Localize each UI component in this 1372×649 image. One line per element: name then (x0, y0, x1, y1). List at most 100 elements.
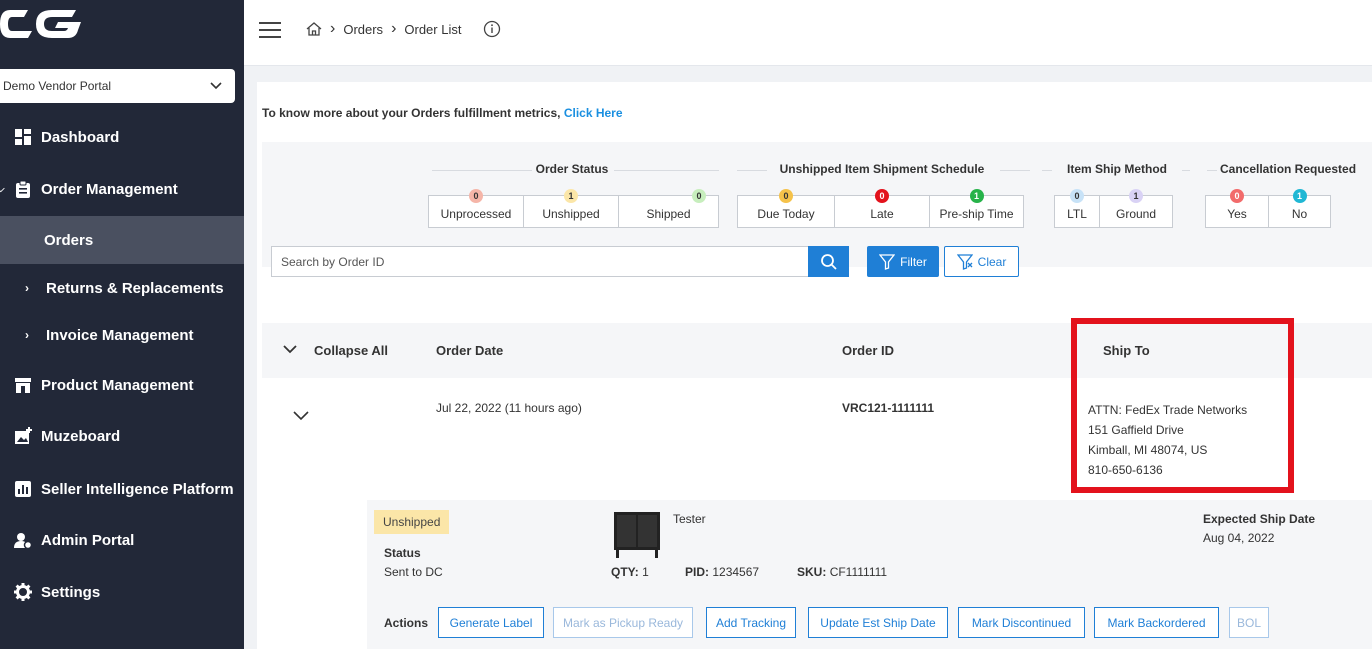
segment-label: Unshipped (542, 207, 600, 221)
sidebar: Demo Vendor Portal Dashboard ⌵ Order Man… (0, 0, 244, 649)
home-icon[interactable] (306, 21, 322, 37)
count-badge: 1 (1292, 189, 1307, 203)
search-icon (820, 253, 837, 270)
segment-label: No (1291, 207, 1308, 221)
count-badge: 1 (564, 189, 578, 203)
sidebar-item-label: Order Management (41, 180, 178, 198)
divider (1182, 170, 1190, 171)
generate-label-button[interactable]: Generate Label (438, 607, 544, 638)
order-detail: Unshipped Status Sent to DC Tester QTY: … (367, 500, 1372, 649)
sidebar-item-orders[interactable]: Orders (0, 216, 244, 264)
sidebar-item-label: Invoice Management (46, 326, 194, 344)
metrics-click-here-link[interactable]: Click Here (564, 106, 623, 120)
segment-label: Shipped (646, 207, 691, 221)
sidebar-item-order-management[interactable]: ⌵ Order Management (0, 165, 244, 213)
sidebar-item-settings[interactable]: › Settings (0, 568, 244, 616)
shipment-schedule-segment: 0 Due Today 0 Late 1 Pre-ship Time (737, 189, 1024, 228)
qty-label: QTY: (611, 565, 639, 579)
mark-discontinued-button[interactable]: Mark Discontinued (958, 607, 1085, 638)
sidebar-item-product-management[interactable]: › Product Management (0, 361, 244, 409)
image-add-icon (15, 427, 32, 444)
column-header-order-date: Order Date (436, 343, 504, 358)
clear-button[interactable]: Clear (944, 246, 1019, 277)
sidebar-item-seller-intelligence[interactable]: › Seller Intelligence Platform (0, 465, 244, 513)
group-title-cancellation: Cancellation Requested (1220, 162, 1370, 176)
add-tracking-button[interactable]: Add Tracking (706, 607, 796, 638)
filter-button[interactable]: Filter (867, 246, 939, 277)
divider (614, 170, 719, 171)
group-title-order-status: Order Status (532, 162, 612, 176)
filter-shipped[interactable]: 0 Shipped (619, 189, 718, 227)
chevron-down-icon[interactable] (282, 342, 298, 356)
sidebar-item-label: Returns & Replacements (46, 279, 224, 297)
ship-method-segment: 0 LTL 1 Ground (1054, 189, 1173, 228)
bol-button[interactable]: BOL (1229, 607, 1269, 638)
filter-cancel-no[interactable]: 1 No (1269, 189, 1330, 227)
mark-pickup-ready-button[interactable]: Mark as Pickup Ready (553, 607, 693, 638)
filter-clear-icon (956, 253, 973, 270)
filter-ltl[interactable]: 0 LTL (1055, 189, 1100, 227)
gear-icon (14, 583, 32, 601)
sidebar-item-label: Product Management (41, 376, 194, 394)
count-badge: 0 (875, 189, 889, 203)
group-title-ship-method: Item Ship Method (1052, 162, 1182, 176)
segment-label: Late (870, 207, 894, 221)
divider (1207, 170, 1217, 171)
search-placeholder: Search by Order ID (281, 254, 385, 269)
highlight-box (1071, 318, 1294, 493)
vendor-select-value: Demo Vendor Portal (3, 79, 112, 93)
sidebar-item-label: Seller Intelligence Platform (41, 480, 234, 498)
filter-pre-ship-time[interactable]: 1 Pre-ship Time (930, 189, 1023, 227)
product-qty: QTY: 1 (611, 565, 649, 579)
order-id[interactable]: VRC121-1111111 (842, 401, 934, 415)
update-est-ship-date-button[interactable]: Update Est Ship Date (808, 607, 948, 638)
search-input[interactable]: Search by Order ID (271, 246, 809, 277)
expected-ship-date-value: Aug 04, 2022 (1203, 531, 1275, 545)
chevron-down-icon (210, 82, 222, 90)
cancellation-segment: 0 Yes 1 No (1205, 189, 1331, 228)
sidebar-item-admin-portal[interactable]: › Admin Portal (0, 516, 244, 564)
sidebar-item-muzeboard[interactable]: › Muzeboard (0, 412, 244, 460)
count-badge: 0 (469, 189, 483, 203)
sidebar-item-returns-replacements[interactable]: › Returns & Replacements (0, 264, 244, 312)
sku-label: SKU: (797, 565, 827, 579)
status-value: Sent to DC (384, 565, 443, 579)
filter-due-today[interactable]: 0 Due Today (738, 189, 835, 227)
hamburger-menu-icon[interactable] (259, 22, 281, 38)
pid-label: PID: (685, 565, 709, 579)
filter-unshipped[interactable]: 1 Unshipped (524, 189, 619, 227)
sku-value: CF1111111 (829, 565, 888, 579)
product-name: Tester (673, 512, 706, 526)
filter-ground[interactable]: 1 Ground (1100, 189, 1172, 227)
cg-logo-icon (0, 10, 81, 38)
divider (737, 170, 767, 171)
sidebar-item-invoice-management[interactable]: › Invoice Management (0, 311, 244, 359)
divider (1000, 170, 1030, 171)
segment-label: Unprocessed (440, 207, 512, 221)
breadcrumb-orders[interactable]: Orders (343, 22, 383, 37)
product-thumbnail[interactable] (611, 508, 663, 560)
search-button[interactable] (808, 246, 849, 277)
breadcrumb-order-list: Order List (404, 21, 462, 37)
info-icon[interactable] (483, 20, 501, 38)
user-gear-icon (14, 533, 32, 549)
expected-ship-date-label: Expected Ship Date (1203, 512, 1316, 526)
vendor-select[interactable]: Demo Vendor Portal (0, 69, 235, 103)
collapse-all-button[interactable]: Collapse All (314, 343, 388, 358)
segment-label: Yes (1227, 207, 1247, 221)
sidebar-item-label: Orders (44, 231, 94, 249)
sidebar-item-dashboard[interactable]: Dashboard (0, 113, 244, 161)
segment-label: Due Today (757, 207, 815, 221)
mark-backordered-button[interactable]: Mark Backordered (1094, 607, 1219, 638)
count-badge: 1 (969, 189, 984, 203)
logo[interactable] (0, 0, 244, 50)
metrics-notice: To know more about your Orders fulfillme… (262, 106, 623, 120)
count-badge: 0 (1230, 189, 1244, 203)
chevron-right-icon: › (391, 20, 397, 37)
chevron-down-icon[interactable] (292, 408, 310, 422)
sidebar-item-label: Settings (41, 583, 101, 601)
filter-unprocessed[interactable]: 0 Unprocessed (429, 189, 524, 227)
filter-cancel-yes[interactable]: 0 Yes (1206, 189, 1269, 227)
pid-value: 1234567 (712, 565, 760, 579)
filter-late[interactable]: 0 Late (835, 189, 930, 227)
